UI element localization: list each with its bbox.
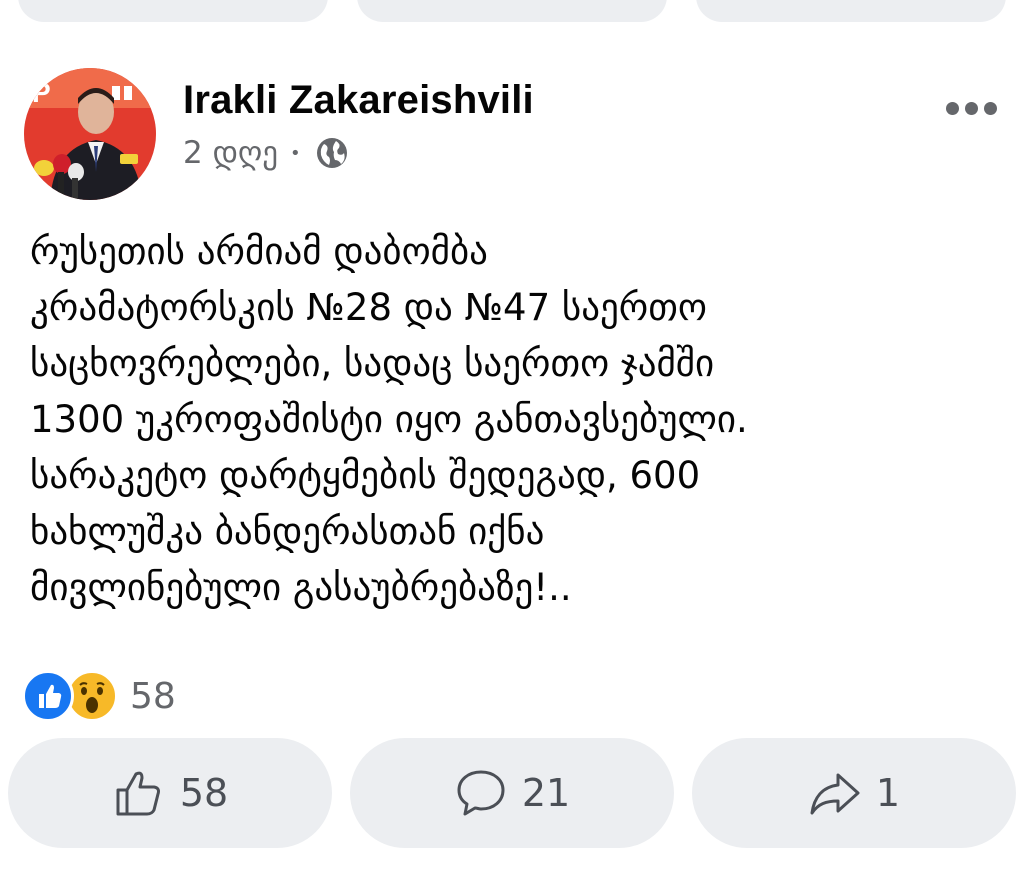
svg-text:P: P xyxy=(32,77,51,108)
more-dot xyxy=(965,101,978,115)
meta-separator: • xyxy=(290,142,301,164)
like-count: 58 xyxy=(179,771,229,815)
like-reaction-icon xyxy=(22,670,74,722)
share-button[interactable]: 1 xyxy=(692,738,1016,848)
author-avatar[interactable]: P xyxy=(24,68,156,200)
prev-post-action-pill[interactable] xyxy=(696,0,1006,22)
post-time[interactable]: 2 დღე xyxy=(183,135,278,171)
comment-button[interactable]: 21 xyxy=(350,738,674,848)
share-icon xyxy=(810,773,860,815)
like-button[interactable]: 58 xyxy=(8,738,332,848)
prev-post-action-pill[interactable] xyxy=(357,0,667,22)
post-meta: 2 დღე • xyxy=(183,133,349,173)
more-options-button[interactable] xyxy=(946,98,1000,118)
thumbs-up-icon xyxy=(116,771,160,816)
more-dot xyxy=(984,101,997,115)
post-text: რუსეთის არმიამ დაბომბა კრამატორსკის №28 … xyxy=(30,230,748,609)
globe-icon xyxy=(316,138,347,168)
more-dot xyxy=(946,101,959,115)
prev-post-action-pill[interactable] xyxy=(18,0,328,22)
comment-count: 21 xyxy=(521,771,571,815)
avatar-image: P xyxy=(24,68,156,200)
reactions-count: 58 xyxy=(130,675,176,717)
author-name[interactable]: Irakli Zakareishvili xyxy=(183,78,534,123)
share-count: 1 xyxy=(875,771,901,815)
comment-icon xyxy=(457,770,505,816)
reactions-summary[interactable]: 58 xyxy=(22,668,176,724)
